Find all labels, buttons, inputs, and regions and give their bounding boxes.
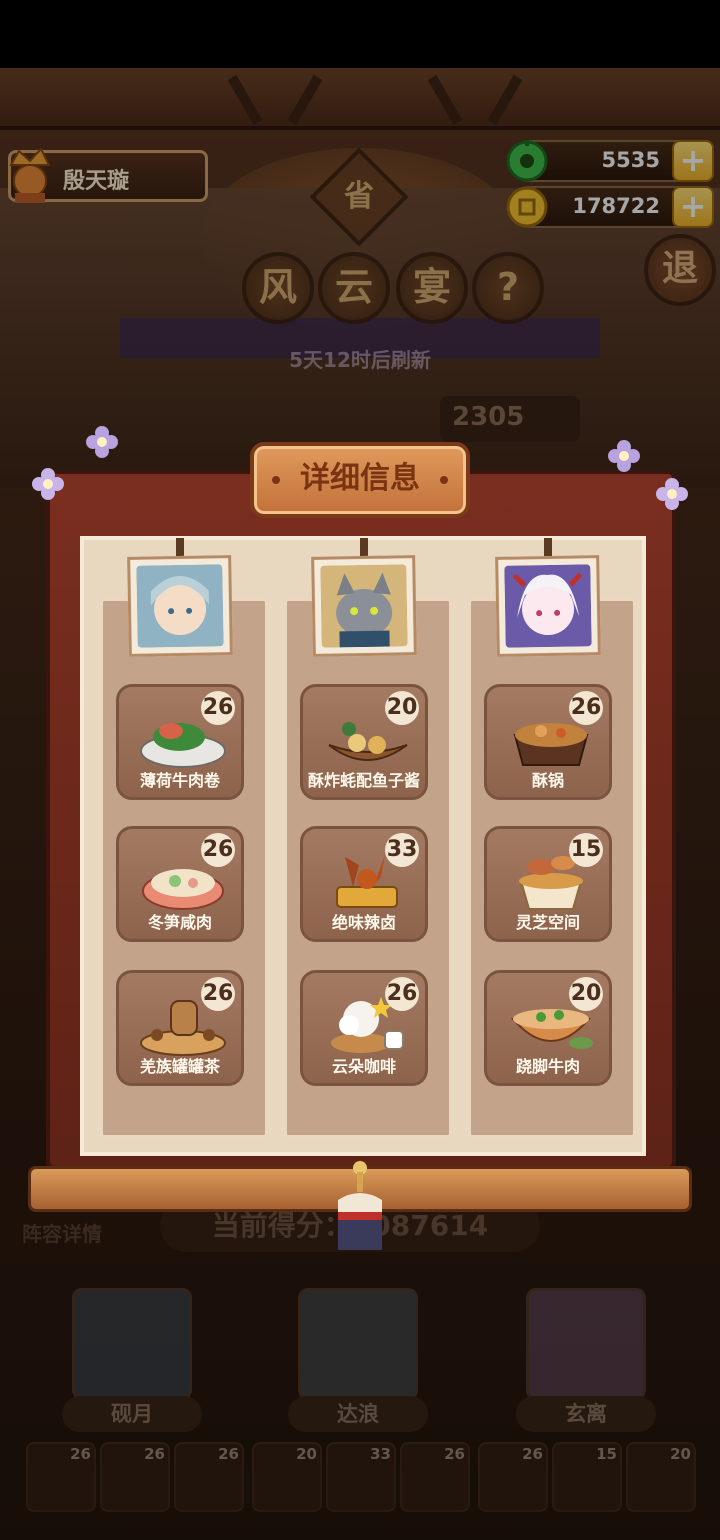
dish-name: 灵芝空间 (515, 913, 580, 932)
dish-name: 冬笋咸肉 (147, 913, 212, 932)
flower-decoration-icon (608, 440, 640, 472)
dish-level: 26 (201, 691, 235, 725)
dish-name: 云朵咖啡 (331, 1057, 396, 1076)
flower-decoration-icon (86, 426, 118, 458)
dish-level: 26 (201, 833, 235, 867)
dish-level: 33 (385, 833, 419, 867)
tassel-ornament-icon (338, 1161, 382, 1250)
dish-level: 20 (569, 977, 603, 1011)
dish-card[interactable]: 26 冬笋咸肉 (116, 826, 244, 942)
panel-title: 详细信息 (250, 442, 470, 518)
dish-level: 26 (201, 977, 235, 1011)
hero-portrait-3 (495, 555, 601, 657)
hero-portrait-image (136, 564, 224, 648)
dish-name: 酥锅 (531, 771, 564, 790)
dish-name: 羌族罐罐茶 (139, 1057, 220, 1076)
dish-card[interactable]: 26 羌族罐罐茶 (116, 970, 244, 1086)
hero-portrait-image (320, 564, 408, 648)
dish-name: 绝味辣卤 (331, 913, 396, 932)
dish-card[interactable]: 20 酥炸蚝配鱼子酱 (300, 684, 428, 800)
dish-card[interactable]: 26 云朵咖啡 (300, 970, 428, 1086)
hero-portrait-2 (311, 555, 417, 657)
dish-name: 跷脚牛肉 (515, 1057, 580, 1076)
hero-portrait-1 (127, 555, 233, 657)
flower-decoration-icon (656, 478, 688, 510)
dish-card[interactable]: 33 绝味辣卤 (300, 826, 428, 942)
dish-card[interactable]: 26 薄荷牛肉卷 (116, 684, 244, 800)
hero-portrait-image (504, 564, 592, 648)
dish-card[interactable]: 26 酥锅 (484, 684, 612, 800)
dish-name: 酥炸蚝配鱼子酱 (307, 771, 420, 790)
dish-level: 15 (569, 833, 603, 867)
dish-card[interactable]: 20 跷脚牛肉 (484, 970, 612, 1086)
dish-level: 20 (385, 691, 419, 725)
dish-level: 26 (569, 691, 603, 725)
flower-decoration-icon (32, 468, 64, 500)
dish-name: 薄荷牛肉卷 (139, 771, 220, 790)
dish-level: 26 (385, 977, 419, 1011)
dish-card[interactable]: 15 灵芝空间 (484, 826, 612, 942)
